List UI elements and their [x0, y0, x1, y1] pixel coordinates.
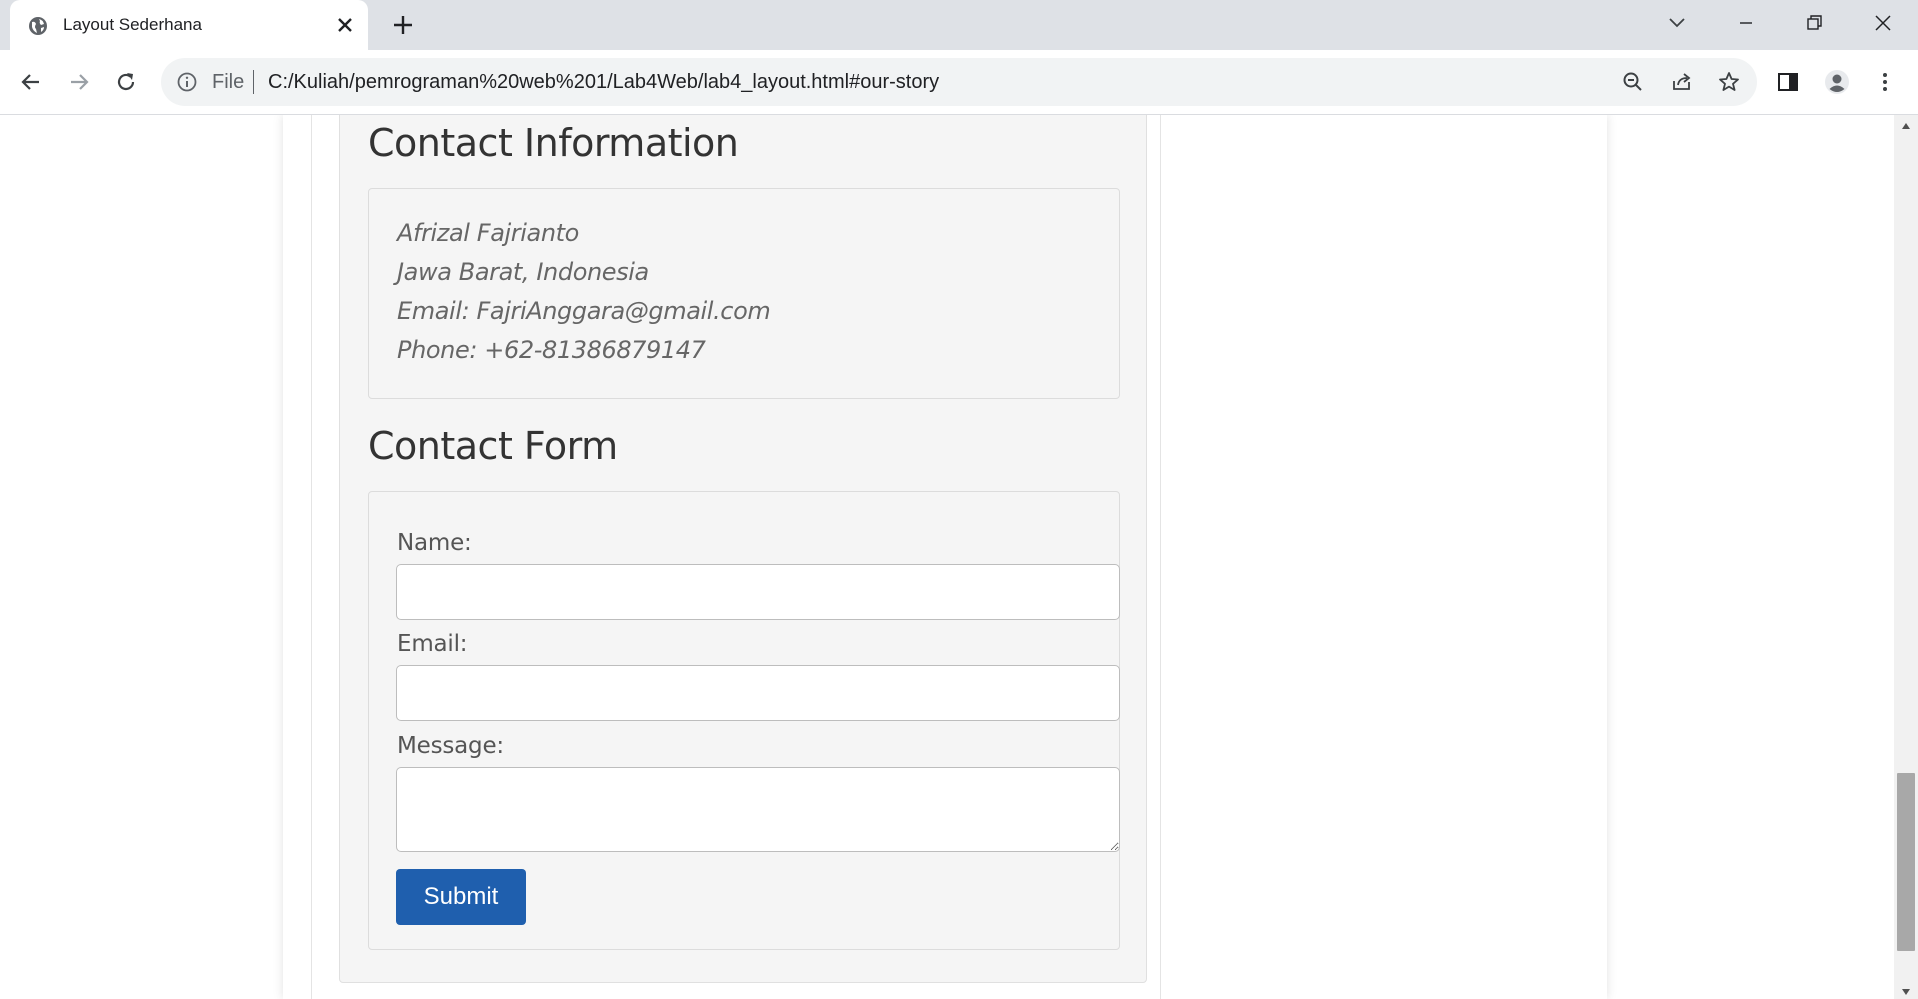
- window-close-icon[interactable]: [1870, 10, 1896, 36]
- address-divider: [253, 70, 254, 94]
- bookmark-star-icon[interactable]: [1716, 69, 1742, 95]
- scrollbar-thumb[interactable]: [1897, 773, 1915, 951]
- restore-icon[interactable]: [1801, 10, 1827, 36]
- new-tab-icon[interactable]: [390, 12, 416, 38]
- main-column: Contact Information Afrizal Fajrianto Ja…: [311, 115, 1161, 999]
- zoom-out-icon[interactable]: [1620, 69, 1646, 95]
- page-container: Contact Information Afrizal Fajrianto Ja…: [283, 115, 1607, 999]
- info-icon[interactable]: [176, 71, 198, 93]
- email-label: Email:: [397, 631, 468, 657]
- side-panel-icon[interactable]: [1775, 69, 1801, 95]
- share-icon[interactable]: [1669, 69, 1695, 95]
- contact-form-card: Name: Email: Message: Submit: [368, 491, 1120, 950]
- name-field[interactable]: [396, 564, 1120, 620]
- contact-name: Afrizal Fajrianto: [397, 219, 579, 247]
- submit-button[interactable]: Submit: [396, 869, 526, 925]
- minimize-icon[interactable]: [1733, 10, 1759, 36]
- page-viewport: Contact Information Afrizal Fajrianto Ja…: [0, 115, 1894, 999]
- close-tab-icon[interactable]: [333, 13, 357, 37]
- message-label: Message:: [397, 733, 504, 759]
- contact-section: Contact Information Afrizal Fajrianto Ja…: [339, 115, 1147, 983]
- contact-phone: Phone: +62-81386879147: [397, 336, 706, 364]
- tab-title: Layout Sederhana: [63, 15, 202, 34]
- kebab-menu-icon[interactable]: [1872, 69, 1898, 95]
- contact-info-card: Afrizal Fajrianto Jawa Barat, Indonesia …: [368, 188, 1120, 399]
- contact-form-heading: Contact Form: [368, 424, 618, 468]
- contact-location: Jawa Barat, Indonesia: [397, 258, 649, 286]
- forward-arrow-icon[interactable]: [66, 69, 92, 95]
- email-field[interactable]: [396, 665, 1120, 721]
- profile-avatar-icon[interactable]: [1824, 69, 1850, 95]
- scheme-label: File: [212, 71, 245, 93]
- chevron-down-icon[interactable]: [1664, 10, 1690, 36]
- name-label: Name:: [397, 530, 472, 556]
- scroll-down-arrow-icon[interactable]: [1900, 986, 1912, 998]
- reload-icon[interactable]: [113, 69, 139, 95]
- sidebar: [1183, 115, 1583, 999]
- scroll-up-arrow-icon[interactable]: [1900, 120, 1912, 132]
- contact-info-heading: Contact Information: [368, 121, 739, 165]
- url-text[interactable]: C:/Kuliah/pemrograman%20web%201/Lab4Web/…: [268, 71, 939, 94]
- back-arrow-icon[interactable]: [18, 69, 44, 95]
- globe-icon: [29, 17, 47, 35]
- message-field[interactable]: [396, 767, 1120, 852]
- contact-email: Email: FajriAnggara@gmail.com: [397, 297, 771, 325]
